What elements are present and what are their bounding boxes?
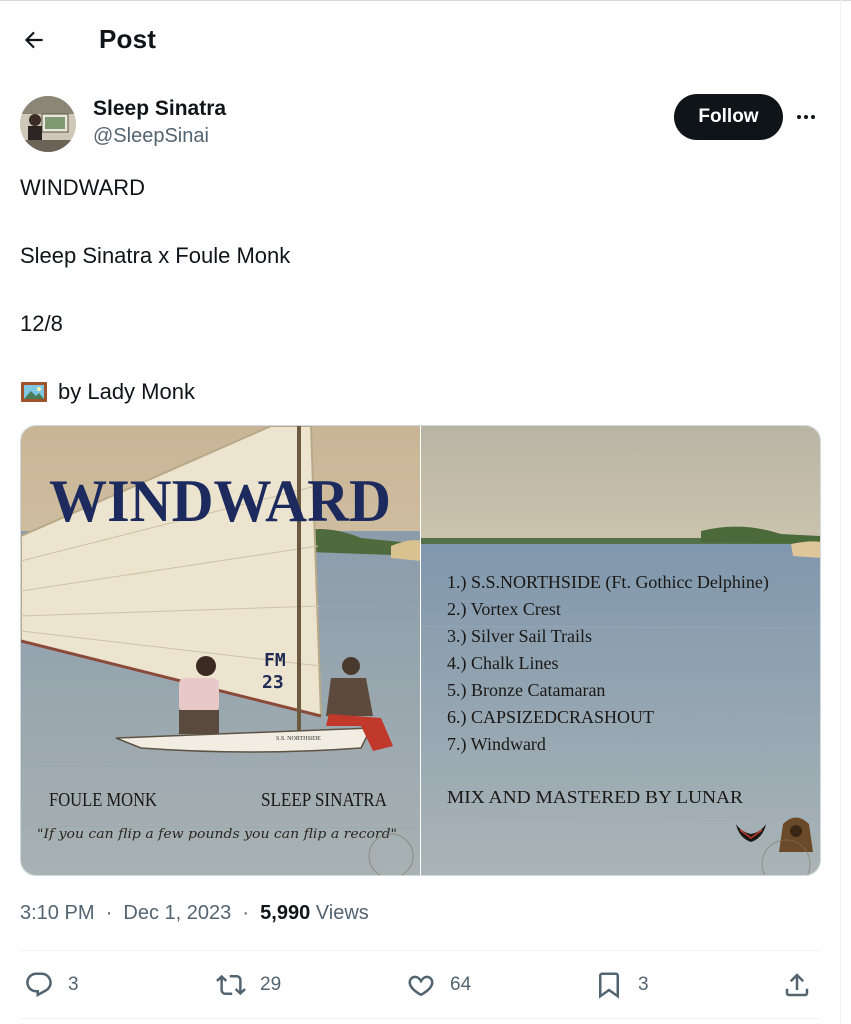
post-text-line: Sleep Sinatra x Foule Monk bbox=[20, 243, 291, 268]
sail-mark-top: FM bbox=[264, 650, 286, 671]
cover-title: WINDWARD bbox=[49, 468, 391, 534]
track-item: 1.) S.S.NORTHSIDE (Ft. Gothicc Delphine) bbox=[447, 572, 769, 593]
post-meta: 3:10 PM · Dec 1, 2023 · 5,990 Views bbox=[20, 902, 369, 925]
more-options-button[interactable] bbox=[792, 103, 820, 131]
follow-button[interactable]: Follow bbox=[674, 94, 783, 140]
bookmark-icon bbox=[599, 972, 619, 999]
track-item: 2.) Vortex Crest bbox=[447, 599, 561, 620]
media-gallery[interactable]: FM 23 S.S. NORTHSIDE WINDWARD FOULE MONK… bbox=[20, 425, 821, 876]
album-cover-front[interactable]: FM 23 S.S. NORTHSIDE WINDWARD FOULE MONK… bbox=[21, 426, 420, 875]
reply-icon bbox=[26, 972, 52, 997]
divider bbox=[20, 1018, 820, 1019]
post-header: Post bbox=[0, 0, 851, 80]
track-item: 6.) CAPSIZEDCRASHOUT bbox=[447, 707, 654, 728]
page-title: Post bbox=[99, 24, 157, 54]
post-date[interactable]: Dec 1, 2023 bbox=[123, 902, 231, 924]
bookmark-count: 3 bbox=[638, 974, 649, 995]
views-label: Views bbox=[315, 902, 369, 924]
track-item: 5.) Bronze Catamaran bbox=[447, 680, 605, 701]
avatar-image bbox=[20, 96, 76, 152]
cover-quote: "If you can flip a few pounds you can fl… bbox=[37, 827, 397, 842]
like-button[interactable]: 64 bbox=[406, 965, 471, 1005]
post-text-line: WINDWARD bbox=[20, 175, 146, 200]
album-cover-art: FM 23 S.S. NORTHSIDE WINDWARD FOULE MONK… bbox=[21, 426, 420, 875]
divider bbox=[20, 950, 820, 951]
repost-count: 29 bbox=[260, 974, 282, 995]
column-border bbox=[840, 0, 841, 1024]
bookmark-button[interactable]: 3 bbox=[594, 965, 649, 1005]
author-row: Sleep Sinatra @SleepSinai Follow bbox=[20, 94, 830, 154]
share-icon bbox=[785, 973, 809, 997]
views-count: 5,990 bbox=[260, 902, 311, 924]
heart-icon bbox=[408, 975, 434, 997]
track-item: 7.) Windward bbox=[447, 734, 546, 755]
avatar[interactable] bbox=[20, 96, 76, 152]
track-item: 3.) Silver Sail Trails bbox=[447, 626, 592, 647]
like-count: 64 bbox=[450, 974, 472, 995]
cover-artist-right: SLEEP SINATRA bbox=[261, 789, 387, 811]
reply-count: 3 bbox=[68, 974, 79, 995]
post-credit-line: by Lady Monk bbox=[20, 378, 195, 406]
back-button[interactable] bbox=[16, 22, 52, 58]
post-text-line: by Lady Monk bbox=[58, 379, 195, 404]
meta-separator: · bbox=[236, 902, 255, 924]
post-time[interactable]: 3:10 PM bbox=[20, 902, 94, 924]
production-credit: MIX AND MASTERED BY LUNAR bbox=[447, 787, 743, 807]
framed-picture-icon bbox=[20, 380, 48, 404]
display-name[interactable]: Sleep Sinatra bbox=[93, 97, 226, 121]
track-item: 4.) Chalk Lines bbox=[447, 653, 558, 674]
repost-icon bbox=[216, 974, 246, 996]
album-cover-back[interactable]: 1.) S.S.NORTHSIDE (Ft. Gothicc Delphine)… bbox=[421, 426, 820, 875]
share-button[interactable] bbox=[782, 965, 812, 1005]
meta-separator: · bbox=[100, 902, 118, 924]
cover-artist-left: FOULE MONK bbox=[49, 789, 157, 811]
sail-mark-bottom: 23 bbox=[262, 672, 284, 693]
action-bar: 3 29 64 3 bbox=[20, 965, 820, 1005]
repost-button[interactable]: 29 bbox=[216, 965, 281, 1005]
boat-name: S.S. NORTHSIDE bbox=[276, 736, 321, 742]
post-text-line: 12/8 bbox=[20, 311, 63, 336]
user-handle[interactable]: @SleepSinai bbox=[93, 125, 209, 148]
arrow-left-icon bbox=[24, 31, 43, 49]
album-back-art: 1.) S.S.NORTHSIDE (Ft. Gothicc Delphine)… bbox=[421, 426, 820, 875]
ellipsis-icon bbox=[797, 115, 815, 119]
reply-button[interactable]: 3 bbox=[24, 965, 79, 1005]
